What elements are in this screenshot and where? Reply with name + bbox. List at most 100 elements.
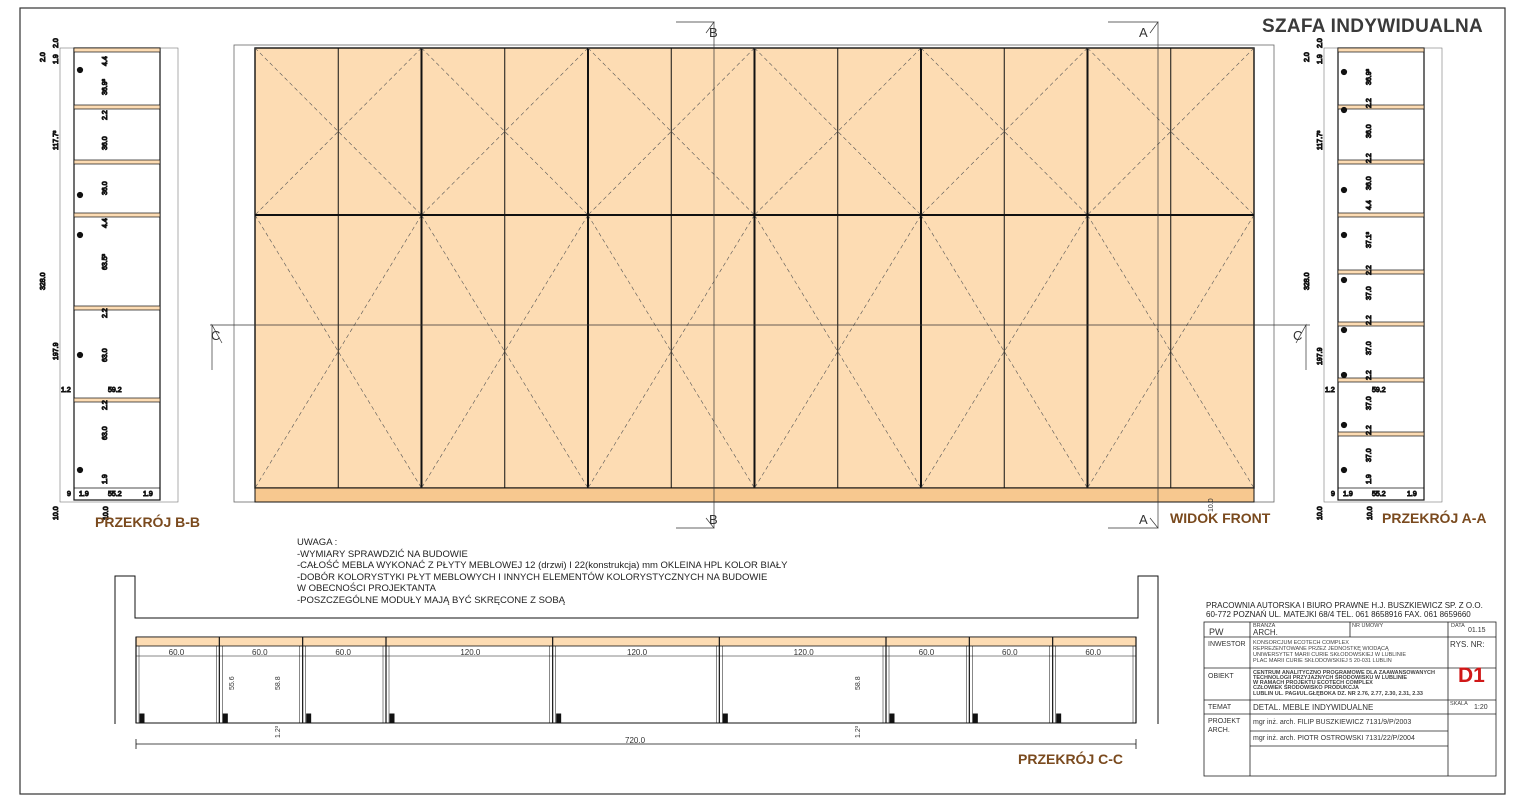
cc-h2: 58.8: [275, 676, 282, 690]
note-line: -WYMIARY SPRAWDZIĆ NA BUDOWIE: [297, 548, 468, 560]
dim-c4: 36.0: [102, 136, 109, 150]
dim-c15: 37.0: [1366, 448, 1373, 462]
cc-total: 720.0: [625, 736, 646, 745]
hinge-mark: [76, 66, 84, 74]
dim-c7: 37.1³: [1366, 231, 1373, 248]
note-line: -CAŁOŚĆ MEBLA WYKONAĆ Z PŁYTY MEBLOWEJ 1…: [297, 560, 788, 571]
section-aa: 2.0 2.0 1.9 117.7³ 328.0 197.9 36.9³ 2.2 36.0 2.2…: [1304, 38, 1443, 521]
dim-b3: 55.2: [108, 491, 122, 498]
note-line: -DOBÓR KOLORYSTYKI PŁYT MEBLOWYCH I INNY…: [297, 571, 768, 583]
hinge-mark: [1340, 276, 1348, 284]
tb-pw: PW: [1209, 627, 1224, 637]
label-front-view: WIDOK FRONT: [1170, 510, 1271, 526]
dim-h1: 1.9: [53, 54, 60, 64]
hinge-mark: [76, 191, 84, 199]
dim-upper: 117.7³: [53, 130, 60, 150]
firm-line: PRACOWNIA AUTORSKA I BIURO PRAWNE H.J. B…: [1206, 601, 1483, 610]
dim-c9: 63.0: [102, 348, 109, 362]
dim-b4: 1.9: [1407, 491, 1417, 498]
foot-mark: [1056, 713, 1062, 723]
dim-c2: 2.2: [1366, 98, 1373, 108]
foot-mark: [722, 713, 728, 723]
dim-c2: 4.4: [102, 56, 109, 66]
section-bb: 2.0 2.0 1.9 117.7³ 328.0 197.9 36.9³ 4.4 2.2 36.0…: [40, 38, 179, 521]
foot-mark: [556, 713, 562, 723]
tb-inwestor-4: PLAC MARII CURIE SKŁODOWSKIEJ 5 20-031 L…: [1253, 658, 1392, 664]
tb-skala: 1:20: [1474, 704, 1488, 711]
firm-info: PRACOWNIA AUTORSKA I BIURO PRAWNE H.J. B…: [1206, 601, 1483, 619]
foot-mark: [389, 713, 395, 723]
tb-inwestor-label: INWESTOR: [1208, 641, 1246, 648]
tb-obiekt-label: OBIEKT: [1208, 673, 1234, 680]
marker-a-top: A: [1139, 25, 1148, 40]
foot-mark: [306, 713, 312, 723]
dim-c12: 2.2: [1366, 370, 1373, 380]
hinge-mark: [1340, 68, 1348, 76]
tb-temat-label: TEMAT: [1208, 704, 1232, 711]
cc-module-width: 60.0: [252, 648, 268, 657]
cc-module-width: 60.0: [1002, 648, 1018, 657]
dim-left-off: 1.2: [1325, 387, 1335, 394]
note-line: W OBECNOŚCI PROJEKTANTA: [297, 583, 436, 594]
hinge-mark: [1340, 326, 1348, 334]
dim-depth: 59.2: [1372, 387, 1386, 394]
dim-c11: 63.0: [102, 426, 109, 440]
dim-c16: 1.9: [1366, 474, 1373, 484]
marker-b-top: B: [709, 25, 718, 40]
dim-c8: 2.2: [1366, 265, 1373, 275]
dim-total: 328.0: [40, 272, 47, 290]
dim-top: 2.0: [53, 38, 60, 48]
cc-module-width: 60.0: [1085, 648, 1101, 657]
dim-c1: 36.9³: [1366, 68, 1373, 85]
cc-module-width: 120.0: [460, 648, 481, 657]
tb-temat: DETAL. MEBLE INDYWIDUALNE: [1253, 703, 1374, 712]
dim-c12: 1.9: [102, 474, 109, 484]
foot-mark: [222, 713, 228, 723]
hinge-mark: [1340, 421, 1348, 429]
marker-a-bottom: A: [1139, 512, 1148, 527]
hinge-mark: [1340, 106, 1348, 114]
cc-h3: 58.8: [855, 676, 862, 690]
dim-b2: 1.9: [1343, 491, 1353, 498]
cc-gap1: 1.2³: [275, 725, 282, 738]
hinge-mark: [1340, 231, 1348, 239]
dim-c6: 4.4: [102, 218, 109, 228]
cc-h1: 55.6: [229, 676, 236, 690]
hinge-mark: [76, 231, 84, 239]
cc-module-width: 60.0: [919, 648, 935, 657]
notes-block: UWAGA : -WYMIARY SPRAWDZIĆ NA BUDOWIE -C…: [297, 537, 787, 606]
cc-module-width: 120.0: [794, 648, 815, 657]
dim-c11: 37.0: [1366, 341, 1373, 355]
tb-projekt-label: PROJEKT: [1208, 718, 1241, 725]
cc-module-width: 60.0: [335, 648, 351, 657]
dim-c5: 36.0: [1366, 176, 1373, 190]
dim-upper: 117.7³: [1317, 130, 1324, 150]
tb-skala-label: SKALA: [1450, 701, 1468, 707]
tb-nrumowy-header: NR UMOWY: [1352, 623, 1384, 629]
dim-base2: 10.0: [1367, 506, 1374, 520]
cc-module-width: 120.0: [627, 648, 648, 657]
hinge-mark: [1340, 371, 1348, 379]
dim-c3: 2.2: [102, 110, 109, 120]
drawing-title: SZAFA INDYWIDUALNA: [1262, 16, 1484, 37]
foot-mark: [972, 713, 978, 723]
tb-projekt-label2: ARCH.: [1208, 727, 1230, 734]
tb-author-1: mgr inż. arch. FILIP BUSZKIEWICZ 7131/9/…: [1253, 719, 1412, 726]
dim-c7: 63.5³: [102, 253, 109, 270]
foot-mark: [139, 713, 145, 723]
dim-c9: 37.0: [1366, 286, 1373, 300]
cc-gap2: 1.2³: [855, 725, 862, 738]
tb-author-2: mgr inż. arch. PIOTR OSTROWSKI 7131/22/P…: [1253, 735, 1415, 742]
dim-b2: 1.9: [79, 491, 89, 498]
label-section-bb: PRZEKRÓJ B-B: [95, 514, 201, 530]
note-line: UWAGA :: [297, 537, 338, 548]
tb-rys-label: RYS. NR:: [1450, 640, 1485, 649]
dim-c5: 36.0: [102, 181, 109, 195]
dim-c3: 36.0: [1366, 124, 1373, 138]
dim-b3: 55.2: [1372, 491, 1386, 498]
hinge-mark: [1340, 186, 1348, 194]
front-view: [210, 21, 1310, 529]
note-line: -POSZCZEGÓLNE MODUŁY MAJĄ BYĆ SKRĘCONE Z…: [297, 594, 565, 606]
cc-module-width: 60.0: [169, 648, 185, 657]
dim-left-off: 1.2: [61, 387, 71, 394]
